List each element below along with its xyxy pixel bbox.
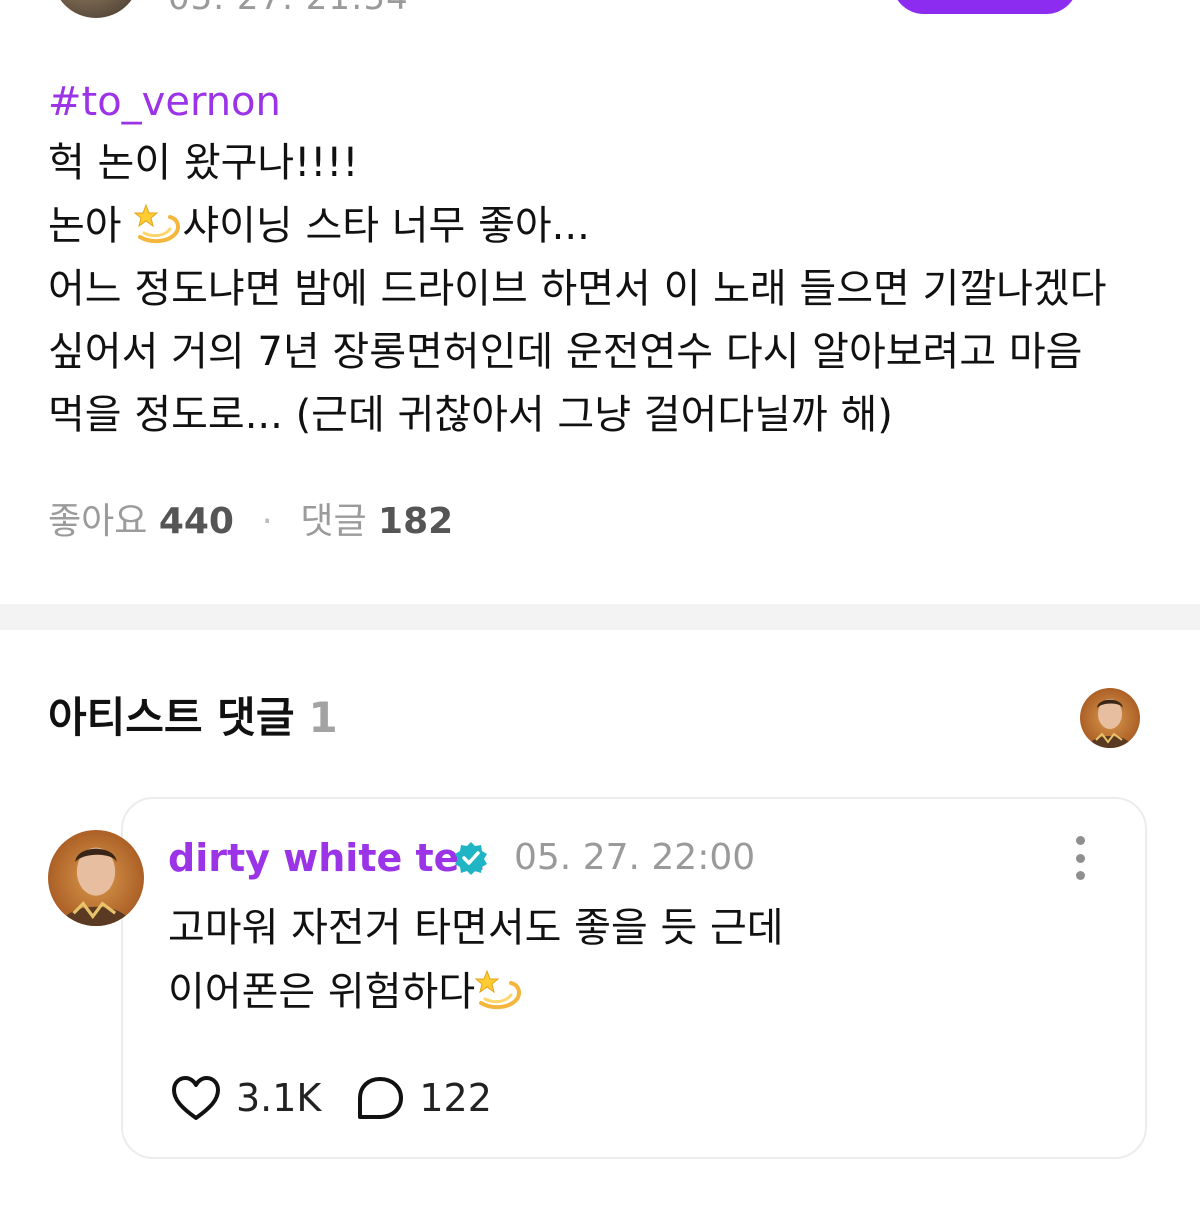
comments-count[interactable]: 182 xyxy=(378,501,453,542)
comments-label[interactable]: 댓글 xyxy=(300,501,366,542)
more-options-icon[interactable] xyxy=(1128,0,1142,8)
likes-count[interactable]: 440 xyxy=(159,501,234,542)
comment-actions: 3.1K 122 xyxy=(170,1070,492,1126)
comment-text: 고마워 자전거 타면서도 좋을 듯 근데 이어폰은 위험하다 xyxy=(168,896,784,1024)
post-text-line: 논아 샤이닝 스타 너무 좋아... xyxy=(48,195,1168,258)
post-text-line: 어느 정도냐면 밤에 드라이브 하면서 이 노래 들으면 기깔나겠다 xyxy=(48,266,1107,312)
dizzy-star-emoji-icon xyxy=(134,203,181,244)
like-button[interactable]: 3.1K xyxy=(170,1074,321,1122)
comment-text-fragment: 이어폰은 위험하다 xyxy=(168,969,476,1015)
artist-comments-count: 1 xyxy=(308,693,338,742)
post-timestamp: 05. 27. 21:54 xyxy=(168,0,409,18)
comment-bubble-icon xyxy=(358,1077,404,1119)
comment-author-avatar-image xyxy=(48,830,144,926)
hashtag-link[interactable]: #to_vernon xyxy=(48,72,1168,132)
comment-author-avatar[interactable] xyxy=(48,830,144,926)
artist-comments-title: 아티스트 댓글 1 xyxy=(48,690,338,746)
follow-button[interactable] xyxy=(892,0,1078,14)
artist-comments-label: 아티스트 댓글 xyxy=(48,693,295,742)
likes-label[interactable]: 좋아요 xyxy=(48,501,147,542)
post-detail-screen: 05. 27. 21:54 #to_vernon 헉 논이 왔구나!!!! 논아… xyxy=(0,0,1200,1219)
comment-text-line: 이어폰은 위험하다 xyxy=(168,960,784,1024)
comment-timestamp: 05. 27. 22:00 xyxy=(514,837,756,878)
like-count: 3.1K xyxy=(236,1076,322,1120)
verified-badge-icon xyxy=(455,842,487,875)
post-text-line: 헉 논이 왔구나!!!! xyxy=(48,140,359,186)
post-content: #to_vernon 헉 논이 왔구나!!!! 논아 샤이닝 스타 너무 좋아.… xyxy=(48,72,1168,447)
post-stats: 좋아요 440 · 댓글 182 xyxy=(48,498,453,546)
comment-text-line: 고마워 자전거 타면서도 좋을 듯 근데 xyxy=(168,905,784,951)
section-divider xyxy=(0,604,1200,630)
stats-separator: · xyxy=(261,501,273,542)
post-text-fragment: 논아 xyxy=(48,203,135,249)
reply-count: 122 xyxy=(419,1076,492,1120)
artist-avatar-image xyxy=(1080,688,1140,748)
author-avatar[interactable] xyxy=(52,0,140,18)
comment-more-options-icon[interactable] xyxy=(1066,836,1094,880)
post-text-line: 싶어서 거의 7년 장롱면허인데 운전연수 다시 알아보려고 마음 xyxy=(48,329,1083,375)
reply-button[interactable]: 122 xyxy=(355,1074,492,1122)
post-text-fragment: 샤이닝 스타 너무 좋아... xyxy=(182,203,590,249)
post-text-line: 먹을 정도로... (근데 귀찮아서 그냥 걸어다닐까 해) xyxy=(48,392,893,438)
artist-avatar[interactable] xyxy=(1080,688,1140,748)
heart-icon xyxy=(172,1076,220,1120)
dizzy-star-emoji-icon xyxy=(475,969,522,1010)
comment-author-name[interactable]: dirty white tee xyxy=(168,834,485,882)
